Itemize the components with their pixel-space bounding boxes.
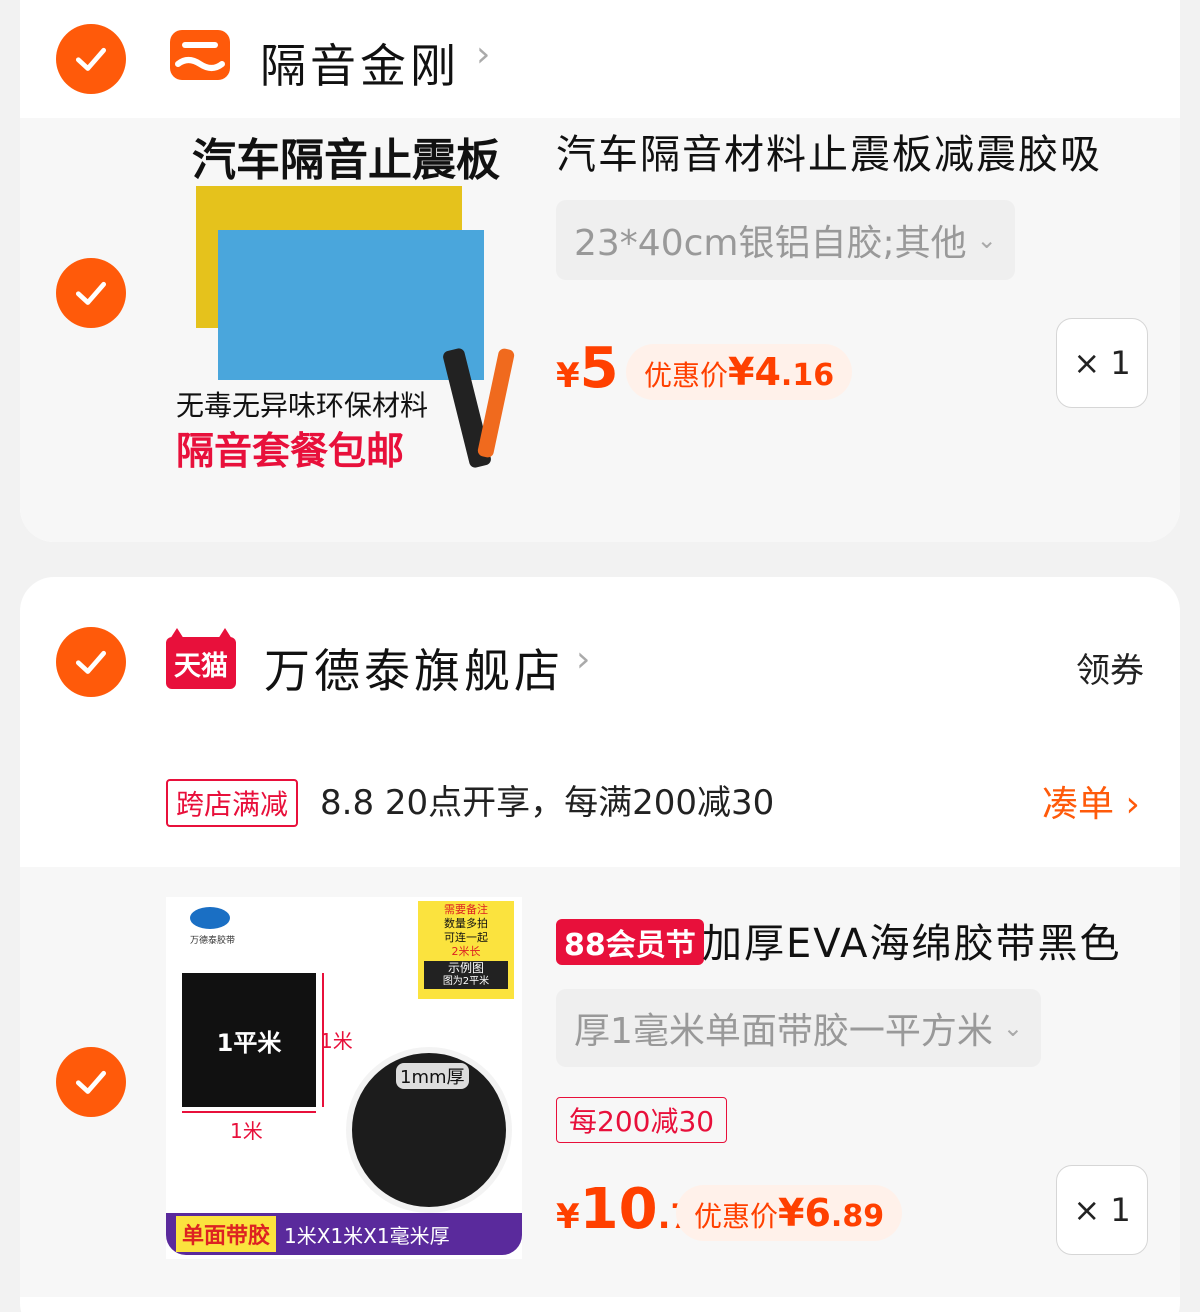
store-chevron-icon[interactable]: › <box>576 639 590 680</box>
tmall-logo-icon: 天猫 <box>166 628 236 689</box>
store-select-checkbox[interactable] <box>56 24 126 94</box>
image-line1: 无毒无异味环保材料 <box>176 389 429 422</box>
deal-decimal: .16 <box>780 358 835 393</box>
store-chevron-icon[interactable]: › <box>476 34 490 75</box>
image-note2: 数量多拍 <box>444 917 488 930</box>
sku-text: 23*40cm银铝自胶;其他 <box>574 223 967 264</box>
deal-label: 优惠价 <box>644 359 729 392</box>
promo-text: 8.8 20点开享，每满200减30 <box>320 783 775 823</box>
chevron-down-icon: ⌄ <box>1002 1014 1024 1042</box>
image-black-square: 1平米 <box>182 973 316 1107</box>
image-note4: 2米长 <box>451 945 481 958</box>
deal-price-badge: 优惠价¥4.16 <box>626 344 853 400</box>
cart-item: 万德泰胶带 需要备注 数量多拍 可连一起 2米长 示例图 图为2平米 1平米 1… <box>20 867 1180 1297</box>
image-bottom-line <box>182 1111 316 1113</box>
price-currency: ¥ <box>556 356 580 396</box>
sku-selector[interactable]: 厚1毫米单面带胶一平方米 ⌄ <box>556 989 1042 1067</box>
promo-row: 跨店满减 8.8 20点开享，每满200减30 凑单 › <box>20 747 1180 867</box>
checkmark-icon <box>75 1070 107 1094</box>
discount-tag: 每200减30 <box>556 1097 728 1143</box>
deal-currency: ¥ <box>728 350 755 394</box>
store-card-2: 天猫 万德泰旗舰店 › 领券 跨店满减 8.8 20点开享，每满200减30 凑… <box>20 577 1180 1312</box>
quantity-stepper[interactable]: × 1 <box>1056 1165 1148 1255</box>
product-image[interactable]: 汽车隔音止震板 无毒无异味环保材料 隔音套餐包邮 <box>166 118 526 480</box>
product-price: ¥5 <box>556 336 619 401</box>
image-banner-text: 1米X1米X1毫米厚 <box>284 1223 450 1248</box>
image-banner: 单面带胶 1米X1米X1毫米厚 <box>166 1213 522 1255</box>
image-bottom-label: 1米 <box>230 1119 263 1143</box>
get-coupon-button[interactable]: 领券 <box>1076 643 1144 692</box>
combine-order-link[interactable]: 凑单 › <box>1042 775 1140 827</box>
sku-selector[interactable]: 23*40cm银铝自胶;其他 ⌄ <box>556 200 1015 280</box>
store-card-1: 隔音金刚 › 汽车隔音止震板 无毒无异味环保材料 隔音套餐包邮 汽车隔音材料止震… <box>20 0 1180 542</box>
checkmark-icon <box>75 47 107 71</box>
price-integer: 5 <box>579 336 619 401</box>
image-note5: 示例图 <box>424 961 508 975</box>
deal-price-badge: 优惠价¥6.89 <box>676 1185 903 1241</box>
store-name[interactable]: 万德泰旗舰店 <box>264 635 564 701</box>
image-note6: 图为2平米 <box>424 975 508 989</box>
store-logo-icon <box>170 30 230 80</box>
image-brand: 万德泰胶带 <box>190 936 236 946</box>
deal-integer: 6 <box>804 1191 831 1235</box>
store-header: 隔音金刚 › <box>20 0 1180 118</box>
product-price: ¥10.7 <box>556 1177 694 1242</box>
image-banner-tag: 单面带胶 <box>176 1216 277 1252</box>
price-integer: 10 <box>579 1177 658 1242</box>
member-day-badge: 88会员节 <box>556 919 704 965</box>
cart-item: 汽车隔音止震板 无毒无异味环保材料 隔音套餐包邮 汽车隔音材料止震板减震胶吸 2… <box>20 118 1180 542</box>
chevron-down-icon: ⌄ <box>976 226 997 254</box>
deal-currency: ¥ <box>778 1191 805 1235</box>
deal-label: 优惠价 <box>694 1200 779 1233</box>
product-title[interactable]: 汽车隔音材料止震板减震胶吸 <box>556 122 1156 180</box>
quantity-stepper[interactable]: × 1 <box>1056 318 1148 408</box>
image-note3: 可连一起 <box>444 931 488 944</box>
deal-integer: 4 <box>754 350 781 394</box>
image-note-box: 需要备注 数量多拍 可连一起 2米长 示例图 图为2平米 <box>418 901 514 999</box>
image-headline: 汽车隔音止震板 <box>192 135 500 186</box>
checkmark-icon <box>75 281 107 305</box>
store-select-checkbox[interactable] <box>56 627 126 697</box>
deal-decimal: .89 <box>830 1199 885 1234</box>
price-currency: ¥ <box>556 1197 580 1237</box>
image-thick-label: 1mm厚 <box>396 1063 469 1089</box>
brand-logo-icon <box>190 907 230 929</box>
product-title[interactable]: 加厚EVA海绵胶带黑色 <box>702 911 1162 969</box>
item-select-checkbox[interactable] <box>56 1047 126 1117</box>
checkmark-icon <box>75 650 107 674</box>
promo-tag: 跨店满减 <box>166 779 299 827</box>
image-line2: 隔音套餐包邮 <box>176 429 405 473</box>
image-note1: 需要备注 <box>444 903 488 916</box>
image-side-label: 1米 <box>320 1029 353 1053</box>
product-image[interactable]: 万德泰胶带 需要备注 数量多拍 可连一起 2米长 示例图 图为2平米 1平米 1… <box>166 897 522 1259</box>
sku-text: 厚1毫米单面带胶一平方米 <box>574 1011 993 1052</box>
item-select-checkbox[interactable] <box>56 258 126 328</box>
store-header: 天猫 万德泰旗舰店 › 领券 <box>20 577 1180 747</box>
store-name[interactable]: 隔音金刚 <box>260 30 460 96</box>
